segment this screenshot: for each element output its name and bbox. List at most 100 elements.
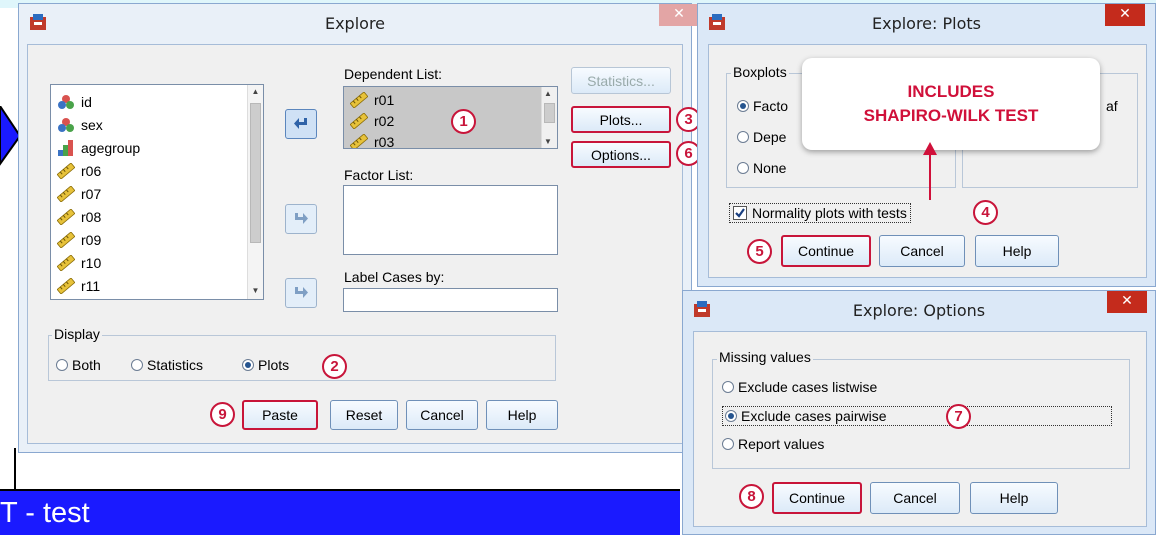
options-title: Explore: Options bbox=[852, 300, 986, 320]
help-button[interactable]: Help bbox=[486, 400, 558, 430]
statistics-button[interactable]: Statistics... bbox=[571, 67, 671, 94]
radio-icon bbox=[131, 359, 143, 371]
missing-values-title: Missing values bbox=[717, 349, 813, 365]
callout-line-2: SHAPIRO-WILK TEST bbox=[863, 106, 1039, 125]
scale-icon bbox=[57, 231, 75, 248]
options-cancel-button[interactable]: Cancel bbox=[870, 482, 960, 514]
arrow-right-icon bbox=[295, 287, 308, 298]
radio-selected-icon bbox=[737, 100, 749, 112]
spss-app-icon bbox=[30, 14, 46, 30]
variable-list-item[interactable]: r10 bbox=[51, 251, 263, 274]
options-body: Missing values Exclude cases listwise Ex… bbox=[693, 331, 1147, 527]
plots-close-button[interactable]: ✕ bbox=[1105, 4, 1145, 26]
label-cases-label: Label Cases by: bbox=[344, 269, 445, 285]
step-5-marker: 5 bbox=[747, 239, 772, 264]
variable-list-item[interactable]: r11 bbox=[51, 274, 263, 297]
exclude-pairwise-radio[interactable]: Exclude cases pairwise bbox=[722, 406, 1112, 426]
nominal-icon bbox=[58, 94, 74, 109]
scale-icon bbox=[57, 277, 75, 294]
boxplots-group-title: Boxplots bbox=[731, 64, 789, 80]
variable-name: sex bbox=[81, 116, 103, 133]
scroll-down-icon[interactable]: ▼ bbox=[544, 137, 552, 146]
plots-titlebar: Explore: Plots bbox=[698, 4, 1155, 42]
variable-list-item[interactable]: id bbox=[51, 90, 263, 113]
arrow-right-icon bbox=[295, 213, 308, 224]
move-to-dependent-button[interactable] bbox=[285, 109, 317, 139]
spss-app-icon bbox=[694, 301, 710, 317]
display-plots-radio[interactable]: Plots bbox=[242, 357, 289, 373]
variable-list-item[interactable]: sex bbox=[51, 113, 263, 136]
paste-button[interactable]: Paste bbox=[242, 400, 318, 430]
options-button[interactable]: Options... bbox=[571, 141, 671, 168]
label-cases-field[interactable] bbox=[343, 288, 558, 312]
plots-help-button[interactable]: Help bbox=[975, 235, 1059, 267]
step-8-marker: 8 bbox=[739, 484, 764, 509]
ordinal-icon bbox=[58, 139, 73, 156]
radio-icon bbox=[722, 381, 734, 393]
move-to-label-button[interactable] bbox=[285, 278, 317, 308]
plots-cancel-button[interactable]: Cancel bbox=[879, 235, 965, 267]
display-group-title: Display bbox=[52, 326, 102, 342]
banner-text: T - test bbox=[0, 497, 90, 529]
source-variable-list[interactable]: id sex agegroup r06 r07 r08 r09 r10 r11 ▲ ▼ bbox=[50, 84, 264, 300]
arrow-left-icon bbox=[294, 118, 307, 129]
variable-name: r03 bbox=[374, 133, 395, 149]
scroll-up-icon[interactable]: ▲ bbox=[544, 89, 552, 98]
plots-continue-button[interactable]: Continue bbox=[781, 235, 871, 267]
move-to-factor-button[interactable] bbox=[285, 204, 317, 234]
variable-list-item[interactable]: r08 bbox=[51, 205, 263, 228]
callout-arrow-icon bbox=[923, 142, 937, 200]
plots-title: Explore: Plots bbox=[871, 13, 981, 33]
normality-plots-checkbox[interactable]: Normality plots with tests bbox=[729, 203, 911, 223]
reset-button[interactable]: Reset bbox=[330, 400, 398, 430]
exclude-listwise-radio[interactable]: Exclude cases listwise bbox=[722, 379, 877, 395]
step-9-marker: 9 bbox=[210, 402, 235, 427]
scroll-thumb[interactable] bbox=[250, 103, 261, 243]
options-close-button[interactable]: ✕ bbox=[1107, 291, 1147, 313]
variable-name: r01 bbox=[374, 91, 395, 108]
dependents-together-radio[interactable]: Depe bbox=[737, 129, 786, 145]
radio-icon bbox=[737, 162, 749, 174]
options-titlebar: Explore: Options bbox=[683, 291, 1155, 329]
scroll-thumb[interactable] bbox=[544, 103, 555, 123]
dependent-list-item[interactable]: r01 bbox=[344, 89, 557, 110]
report-values-radio[interactable]: Report values bbox=[722, 436, 824, 452]
callout-line-1: INCLUDES bbox=[907, 82, 995, 101]
descriptive-partial-text: af bbox=[1106, 98, 1118, 114]
plots-button[interactable]: Plots... bbox=[571, 106, 671, 133]
variable-list-item[interactable]: r09 bbox=[51, 228, 263, 251]
options-window: Explore: Options ✕ Missing values Exclud… bbox=[682, 290, 1156, 535]
variable-name: agegroup bbox=[81, 139, 141, 156]
cancel-button[interactable]: Cancel bbox=[406, 400, 478, 430]
scale-icon bbox=[57, 254, 75, 271]
spss-app-icon bbox=[709, 14, 725, 30]
variable-list-scrollbar[interactable]: ▲ ▼ bbox=[247, 85, 263, 299]
scale-icon bbox=[57, 162, 75, 179]
scroll-down-icon[interactable]: ▼ bbox=[250, 286, 261, 297]
scale-icon bbox=[350, 133, 368, 148]
factor-list[interactable] bbox=[343, 185, 558, 255]
options-continue-button[interactable]: Continue bbox=[772, 482, 862, 514]
variable-list-item[interactable]: r07 bbox=[51, 182, 263, 205]
display-statistics-radio[interactable]: Statistics bbox=[131, 357, 203, 373]
factor-levels-radio[interactable]: Facto bbox=[737, 98, 788, 114]
variable-name: id bbox=[81, 93, 92, 110]
explore-window: Explore ✕ id sex agegroup r06 r07 r08 r09 r10 r1… bbox=[18, 3, 701, 453]
explore-title: Explore bbox=[324, 13, 386, 33]
explore-titlebar: Explore bbox=[19, 4, 691, 42]
variable-list-item[interactable]: agegroup bbox=[51, 136, 263, 159]
background-frame-line bbox=[14, 448, 16, 490]
radio-icon bbox=[56, 359, 68, 371]
dependent-list-item[interactable]: r03 bbox=[344, 131, 557, 149]
options-help-button[interactable]: Help bbox=[970, 482, 1058, 514]
variable-list-item[interactable]: r06 bbox=[51, 159, 263, 182]
dependent-list-scrollbar[interactable]: ▲ ▼ bbox=[541, 87, 557, 148]
banner-bar: T - test bbox=[0, 489, 680, 535]
display-group bbox=[48, 335, 556, 381]
step-4-marker: 4 bbox=[973, 200, 998, 225]
scale-icon bbox=[57, 208, 75, 225]
none-radio[interactable]: None bbox=[737, 160, 786, 176]
scroll-up-icon[interactable]: ▲ bbox=[250, 87, 261, 98]
display-both-radio[interactable]: Both bbox=[56, 357, 101, 373]
explore-close-button[interactable]: ✕ bbox=[659, 4, 699, 26]
